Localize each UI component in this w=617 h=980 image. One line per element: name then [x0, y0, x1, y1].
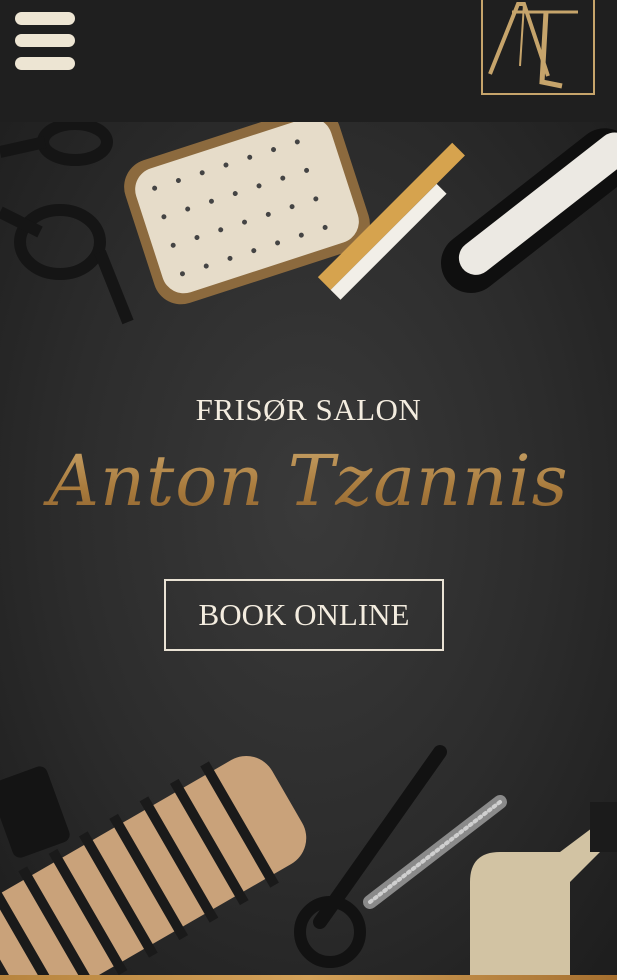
salon-name-title: Anton Tzannis [0, 440, 617, 522]
scissors-top-icon [0, 122, 134, 325]
site-header: AT [0, 0, 617, 122]
site-logo[interactable]: AT [478, 0, 596, 96]
hair-tools-background-image [0, 122, 617, 975]
bottom-accent-bar [0, 975, 617, 980]
hero-section: FRISØR SALON Anton Tzannis BOOK ONLINE [0, 122, 617, 975]
menu-bar [15, 12, 75, 25]
book-online-button[interactable]: BOOK ONLINE [164, 579, 444, 651]
spray-bottle-icon [470, 802, 617, 975]
hamburger-menu-icon[interactable] [15, 12, 75, 70]
comb-icon [0, 766, 70, 858]
menu-bar [15, 34, 75, 47]
hero-kicker: FRISØR SALON [195, 392, 422, 427]
round-brush-icon [0, 756, 307, 975]
menu-bar [15, 57, 75, 70]
